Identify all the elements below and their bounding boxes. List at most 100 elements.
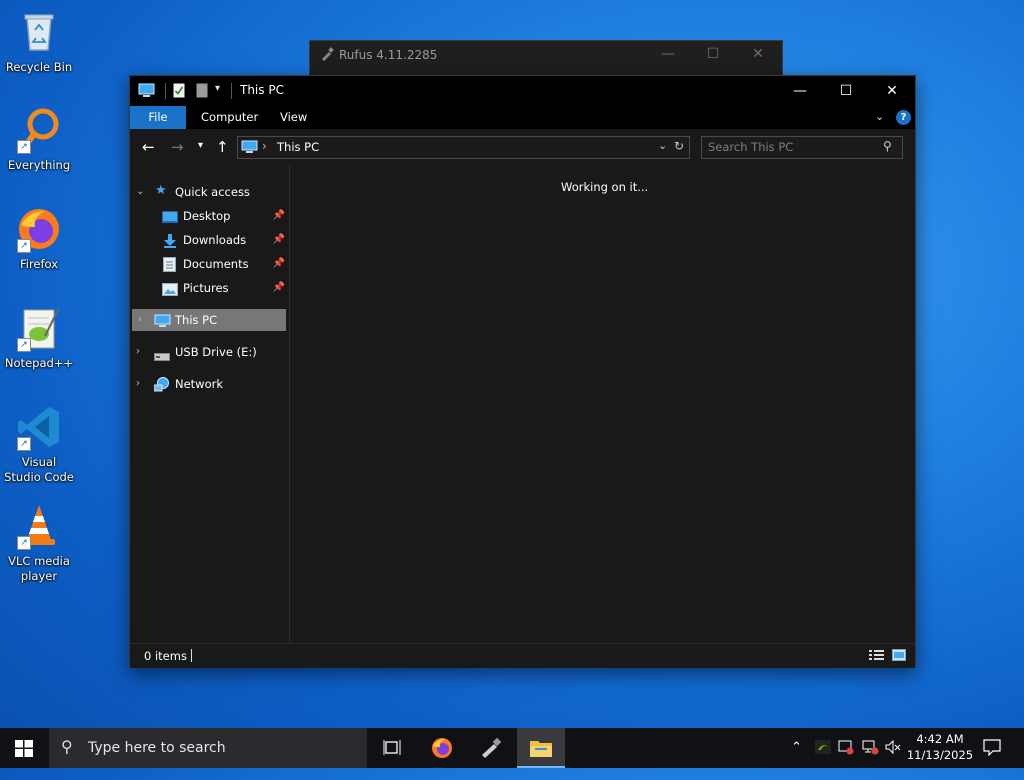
task-view-icon bbox=[383, 739, 401, 759]
customize-toolbar-dropdown-icon[interactable]: ▾ bbox=[215, 83, 220, 94]
nav-label: Network bbox=[175, 377, 224, 391]
title-divider bbox=[165, 83, 166, 99]
this-pc-icon bbox=[154, 313, 171, 327]
task-view-button[interactable] bbox=[369, 728, 417, 768]
pin-icon[interactable]: 📌 bbox=[273, 229, 285, 251]
rufus-close-button[interactable]: ✕ bbox=[748, 46, 768, 62]
taskbar-file-explorer-button[interactable] bbox=[517, 728, 565, 768]
desktop-icon-recycle-bin[interactable]: Recycle Bin bbox=[4, 8, 74, 75]
rufus-minimize-button[interactable]: — bbox=[658, 46, 678, 62]
usb-drive-icon bbox=[154, 347, 170, 361]
address-bar[interactable]: › This PC ⌄ ↻ bbox=[237, 136, 690, 159]
file-list-pane[interactable]: Working on it... bbox=[290, 165, 915, 643]
taskbar: ⚲ Type here to search ⌃ 4:42 AM 11/13/20… bbox=[0, 728, 1024, 768]
firefox-icon bbox=[430, 736, 454, 763]
properties-icon[interactable] bbox=[173, 83, 185, 101]
rufus-maximize-button[interactable]: ☐ bbox=[703, 46, 723, 62]
large-icons-view-icon[interactable] bbox=[892, 649, 906, 664]
ribbon-tabs: File Computer View ⌄ ? bbox=[130, 106, 915, 129]
desktop-icon-firefox[interactable]: ↗ Firefox bbox=[4, 205, 74, 272]
recent-locations-chevron-icon[interactable]: ▾ bbox=[198, 140, 203, 151]
desktop-icon-notepad-plus-plus[interactable]: ↗ Notepad++ bbox=[4, 304, 74, 371]
nvidia-tray-icon[interactable] bbox=[815, 740, 831, 780]
file-explorer-window[interactable]: ▾ This PC — ☐ ✕ File Computer View ⌄ ? ←… bbox=[129, 75, 916, 668]
back-arrow-icon[interactable]: ← bbox=[142, 138, 155, 156]
shortcut-arrow-icon: ↗ bbox=[17, 536, 31, 550]
nav-item-pictures[interactable]: Pictures 📌 bbox=[130, 277, 289, 299]
search-input[interactable] bbox=[708, 139, 878, 155]
details-view-icon[interactable] bbox=[869, 649, 884, 664]
title-bar[interactable]: ▾ This PC — ☐ ✕ bbox=[130, 76, 915, 106]
help-icon[interactable]: ? bbox=[896, 110, 911, 125]
rufus-window-title: Rufus 4.11.2285 bbox=[339, 48, 438, 62]
status-bar: 0 items bbox=[130, 643, 915, 668]
clock-date: 11/13/2025 bbox=[906, 748, 974, 762]
file-explorer-folder-icon bbox=[529, 738, 553, 761]
tab-computer[interactable]: Computer bbox=[187, 106, 272, 129]
refresh-icon[interactable]: ↻ bbox=[674, 139, 684, 153]
pin-icon[interactable]: 📌 bbox=[273, 277, 285, 299]
nav-quick-access[interactable]: ⌄ ★ Quick access bbox=[130, 181, 289, 203]
close-button[interactable]: ✕ bbox=[869, 76, 915, 106]
volume-muted-icon[interactable] bbox=[885, 739, 901, 780]
desktop-icon-vscode[interactable]: ↗ Visual Studio Code bbox=[4, 403, 74, 485]
usb-key-icon bbox=[320, 47, 334, 64]
show-hidden-icons-chevron-icon[interactable]: ⌃ bbox=[791, 740, 802, 780]
network-icon bbox=[153, 377, 170, 392]
recycle-bin-icon bbox=[15, 8, 63, 56]
navigation-pane: ⌄ ★ Quick access Desktop 📌 Downloads 📌 D… bbox=[130, 165, 290, 643]
nav-item-documents[interactable]: Documents 📌 bbox=[130, 253, 289, 275]
breadcrumb-separator-icon: › bbox=[262, 139, 267, 153]
up-arrow-icon[interactable]: ↑ bbox=[216, 138, 229, 156]
nav-label: Pictures bbox=[183, 281, 229, 295]
nav-item-this-pc[interactable]: › This PC bbox=[132, 309, 286, 331]
desktop-icon-vlc[interactable]: ↗ VLC media player bbox=[4, 502, 74, 584]
taskbar-search-box[interactable]: ⚲ Type here to search bbox=[49, 728, 367, 768]
new-folder-icon[interactable] bbox=[196, 83, 208, 101]
search-icon[interactable]: ⚲ bbox=[883, 139, 892, 153]
shortcut-arrow-icon: ↗ bbox=[17, 437, 31, 451]
nav-item-downloads[interactable]: Downloads 📌 bbox=[130, 229, 289, 251]
taskbar-rufus-button[interactable] bbox=[467, 728, 515, 768]
desktop-icon-label: Everything bbox=[7, 158, 71, 172]
tab-file[interactable]: File bbox=[130, 106, 186, 129]
collapsed-chevron-icon[interactable]: › bbox=[136, 373, 140, 395]
desktop-icon-everything[interactable]: ↗ Everything bbox=[4, 106, 74, 173]
address-toolbar: ← → ▾ ↑ › This PC ⌄ ↻ ⚲ bbox=[130, 129, 915, 165]
address-history-chevron-icon[interactable]: ⌄ bbox=[658, 139, 667, 152]
desktop-icon-label: Notepad++ bbox=[4, 356, 74, 370]
windows-start-icon[interactable] bbox=[15, 740, 33, 760]
notifications-icon[interactable] bbox=[983, 739, 1001, 779]
security-tray-icon[interactable] bbox=[838, 740, 854, 780]
tab-view[interactable]: View bbox=[266, 106, 321, 129]
nav-label: This PC bbox=[175, 313, 218, 327]
expand-ribbon-chevron-icon[interactable]: ⌄ bbox=[875, 110, 884, 123]
network-tray-icon[interactable] bbox=[862, 740, 879, 780]
maximize-button[interactable]: ☐ bbox=[823, 76, 869, 106]
nav-label: Desktop bbox=[183, 209, 231, 223]
clock[interactable]: 4:42 AM 11/13/2025 bbox=[906, 731, 974, 763]
collapsed-chevron-icon[interactable]: › bbox=[138, 309, 142, 331]
nav-item-desktop[interactable]: Desktop 📌 bbox=[130, 205, 289, 227]
minimize-button[interactable]: — bbox=[777, 76, 823, 106]
loading-message: Working on it... bbox=[561, 180, 649, 194]
shortcut-arrow-icon: ↗ bbox=[17, 338, 31, 352]
pin-icon[interactable]: 📌 bbox=[273, 253, 285, 275]
nav-item-usb-drive[interactable]: › USB Drive (E:) bbox=[130, 341, 289, 363]
forward-arrow-icon[interactable]: → bbox=[171, 138, 184, 156]
shortcut-arrow-icon: ↗ bbox=[17, 140, 31, 154]
nav-label: Quick access bbox=[175, 185, 250, 199]
nav-item-network[interactable]: › Network bbox=[130, 373, 289, 395]
expanded-chevron-icon[interactable]: ⌄ bbox=[136, 181, 144, 203]
documents-icon bbox=[163, 257, 179, 272]
collapsed-chevron-icon[interactable]: › bbox=[136, 341, 140, 363]
search-box[interactable]: ⚲ bbox=[701, 136, 903, 159]
item-count: 0 items bbox=[144, 649, 187, 663]
taskbar-firefox-button[interactable] bbox=[418, 728, 466, 768]
desktop-folder-icon bbox=[162, 209, 178, 223]
downloads-arrow-icon bbox=[162, 233, 178, 248]
pin-icon[interactable]: 📌 bbox=[273, 205, 285, 227]
title-divider bbox=[231, 83, 232, 99]
breadcrumb-this-pc[interactable]: This PC bbox=[277, 140, 319, 154]
desktop-icon-label: Firefox bbox=[19, 257, 59, 271]
